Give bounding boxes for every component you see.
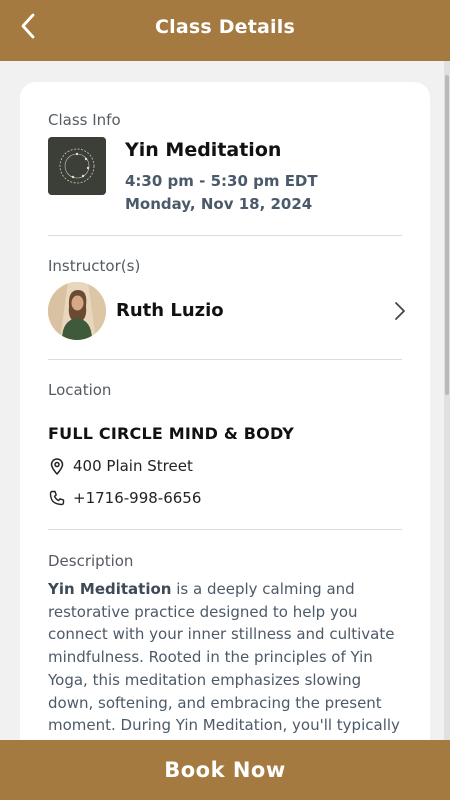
description-text: Yin Meditation is a deeply calming and r… xyxy=(48,578,404,737)
page-title: Class Details xyxy=(154,15,295,38)
divider xyxy=(48,529,402,530)
book-now-label: Book Now xyxy=(164,758,286,782)
chevron-right-icon xyxy=(395,302,405,320)
class-time: 4:30 pm - 5:30 pm EDT xyxy=(125,172,318,190)
phone-icon xyxy=(48,489,66,507)
location-phone: +1716-998-6656 xyxy=(73,489,202,507)
location-address-row[interactable]: 400 Plain Street xyxy=(48,455,193,477)
map-pin-icon xyxy=(48,457,66,475)
instructor-label: Instructor(s) xyxy=(48,257,141,275)
description-body: is a deeply calming and restorative prac… xyxy=(48,580,400,735)
book-now-button[interactable]: Book Now xyxy=(0,740,450,800)
instructor-avatar xyxy=(48,282,106,340)
instructor-row[interactable]: Ruth Luzio xyxy=(48,282,406,342)
studio-logo xyxy=(48,137,106,195)
location-label: Location xyxy=(48,381,112,399)
header-bar: Class Details xyxy=(0,0,450,61)
back-button[interactable] xyxy=(12,8,44,44)
class-date: Monday, Nov 18, 2024 xyxy=(125,195,313,213)
location-phone-row[interactable]: +1716-998-6656 xyxy=(48,487,201,509)
location-address: 400 Plain Street xyxy=(73,457,193,475)
divider xyxy=(48,235,402,236)
class-info-label: Class Info xyxy=(48,111,121,129)
instructor-name: Ruth Luzio xyxy=(116,300,224,321)
app-screen: Class Details Class Info Yin Meditation … xyxy=(0,0,450,800)
divider xyxy=(48,359,402,360)
class-name: Yin Meditation xyxy=(125,139,282,161)
description-highlight: Yin Meditation xyxy=(48,580,172,598)
class-details-card: Class Info Yin Meditation 4:30 pm - 5:30… xyxy=(20,82,430,782)
scrollbar-thumb[interactable] xyxy=(445,75,449,395)
description-label: Description xyxy=(48,552,134,570)
location-name: FULL CIRCLE MIND & BODY xyxy=(48,424,295,443)
chevron-left-icon xyxy=(21,13,35,39)
